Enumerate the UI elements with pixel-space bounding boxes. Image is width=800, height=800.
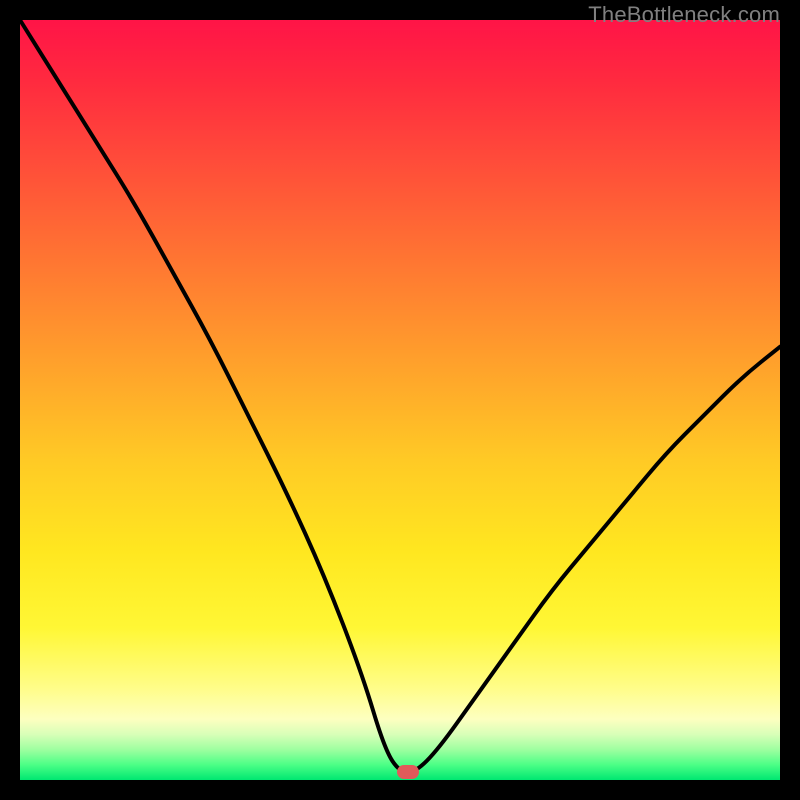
watermark-text: TheBottleneck.com [588, 2, 780, 28]
plot-area [20, 20, 780, 780]
chart-frame: TheBottleneck.com [0, 0, 800, 800]
minimum-marker [397, 765, 419, 779]
curve-path [20, 20, 780, 772]
bottleneck-curve [20, 20, 780, 780]
